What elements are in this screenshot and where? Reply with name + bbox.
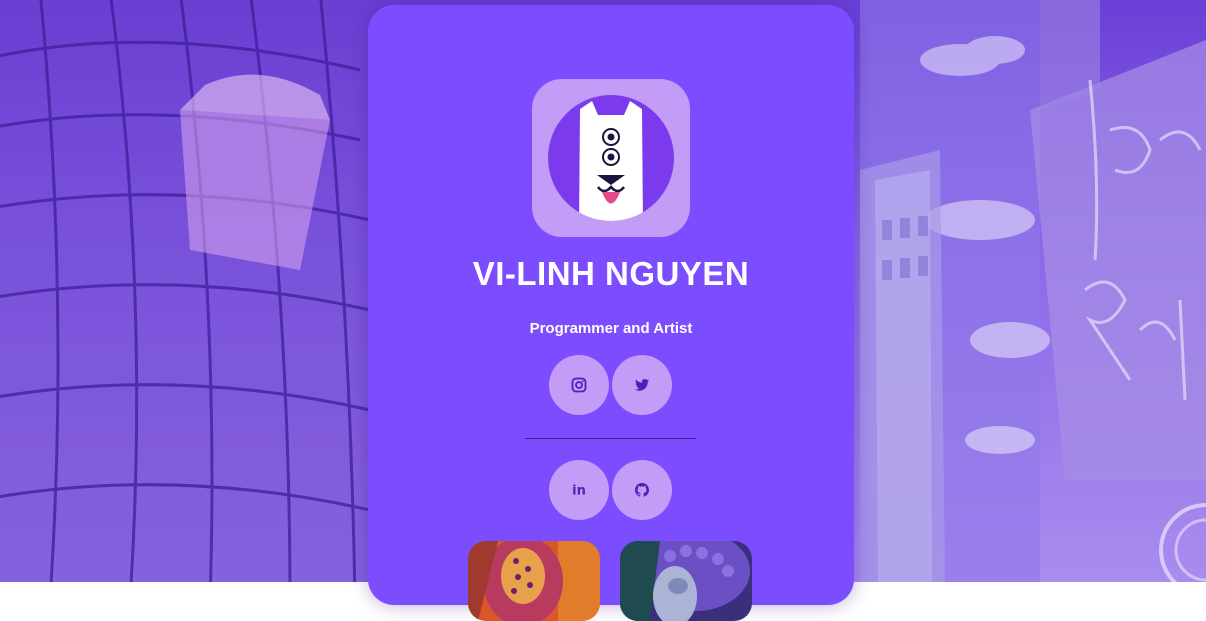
artwork-thumbnail [620, 541, 752, 621]
linkedin-icon: in [572, 484, 586, 499]
profile-name: VI-LINH NGUYEN [472, 255, 750, 292]
instagram-icon [571, 377, 587, 393]
artwork-thumbnail [468, 541, 600, 621]
artwork-thumbnail-2[interactable] [620, 541, 752, 621]
github-button[interactable] [612, 460, 672, 520]
avatar [532, 79, 690, 237]
artwork-thumbnail-1[interactable] [468, 541, 600, 621]
profile-tagline: Programmer and Artist [529, 320, 693, 337]
linkedin-button[interactable]: in [549, 460, 609, 520]
section-divider [525, 438, 696, 439]
svg-text:in: in [572, 484, 586, 499]
twitter-button[interactable] [612, 355, 672, 415]
instagram-button[interactable] [549, 355, 609, 415]
profile-card: VI-LINH NGUYEN Programmer and Artist in [368, 5, 854, 621]
github-icon [635, 483, 649, 497]
twitter-icon [635, 379, 649, 391]
dog-mascot-icon [548, 95, 674, 221]
